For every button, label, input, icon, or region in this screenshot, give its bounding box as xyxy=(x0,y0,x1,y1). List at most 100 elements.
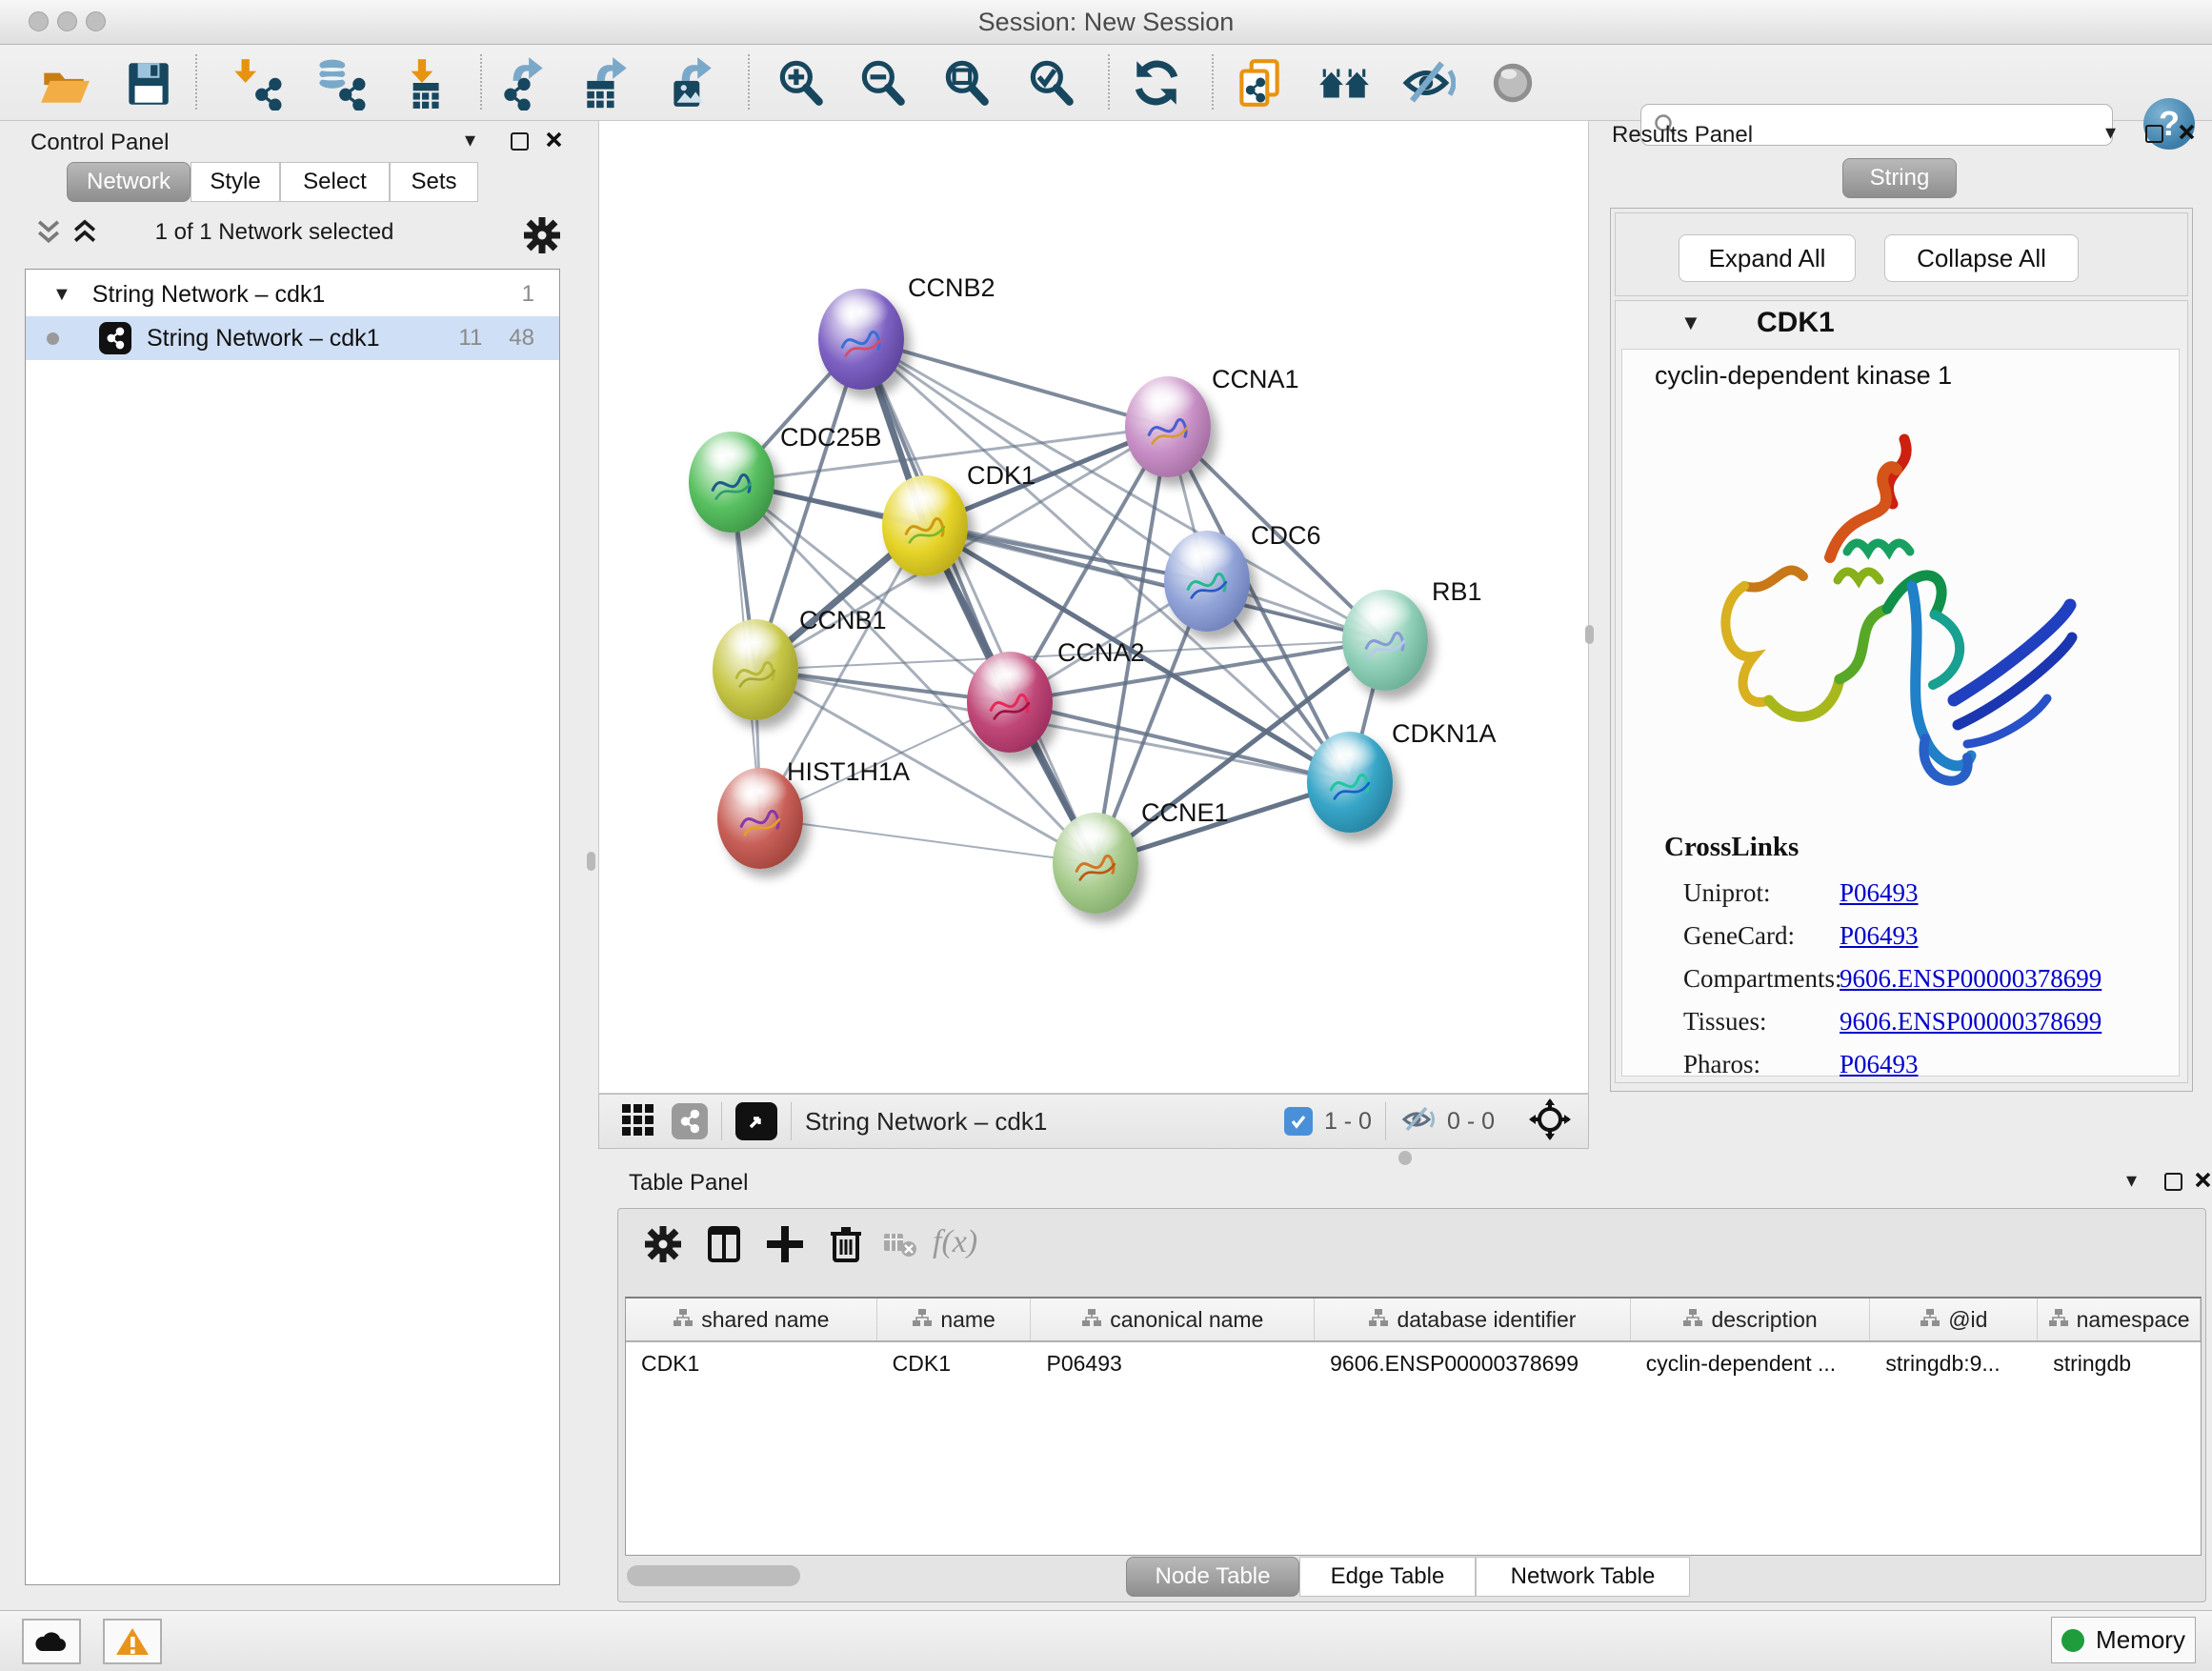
network-options-gear-icon[interactable] xyxy=(520,213,564,262)
crosslink-link[interactable]: 9606.ENSP00000378699 xyxy=(1840,1007,2101,1037)
first-neighbors-icon[interactable] xyxy=(1317,55,1372,111)
import-network-icon[interactable] xyxy=(227,55,282,111)
add-column-icon[interactable] xyxy=(763,1222,809,1268)
zoom-fit-icon[interactable] xyxy=(938,55,994,111)
hide-selected-icon[interactable] xyxy=(1400,55,1456,111)
node-table: shared name name canonical name database… xyxy=(625,1297,2202,1556)
tab-string[interactable]: String xyxy=(1842,158,1957,198)
fit-content-crosshair-icon[interactable] xyxy=(1529,1098,1571,1145)
bottom-splitter-handle[interactable] xyxy=(1398,1151,1412,1165)
table-cell: 9606.ENSP00000378699 xyxy=(1315,1342,1631,1384)
panel-close-icon[interactable] xyxy=(2195,1172,2211,1193)
protein-structure-thumb xyxy=(706,464,757,506)
column-header-namespace[interactable]: namespace xyxy=(2038,1299,2201,1340)
columns-icon[interactable] xyxy=(702,1222,748,1268)
column-header-description[interactable]: description xyxy=(1631,1299,1871,1340)
tab-network-table[interactable]: Network Table xyxy=(1476,1557,1690,1597)
cloud-status-icon[interactable] xyxy=(22,1619,81,1664)
hidden-eye-icon[interactable] xyxy=(1399,1104,1438,1139)
tab-edge-table[interactable]: Edge Table xyxy=(1299,1557,1476,1597)
network-collection-row[interactable]: ▼ String Network – cdk1 1 xyxy=(26,272,559,316)
gear-icon[interactable] xyxy=(641,1222,687,1268)
panel-float-icon[interactable] xyxy=(2145,125,2163,143)
table-cell: stringdb:9... xyxy=(1870,1342,2038,1384)
section-caret-icon[interactable]: ▼ xyxy=(1680,311,1701,335)
tree-caret-icon[interactable]: ▼ xyxy=(52,284,71,306)
protein-node-cdkn1a[interactable] xyxy=(1307,732,1393,833)
tab-network[interactable]: Network xyxy=(67,162,191,202)
network-type-icon[interactable] xyxy=(672,1103,708,1139)
delete-table-icon[interactable] xyxy=(883,1230,929,1276)
crosslink-link[interactable]: P06493 xyxy=(1840,1050,1919,1079)
open-session-icon[interactable] xyxy=(36,55,91,111)
zoom-selected-icon[interactable] xyxy=(1023,55,1078,111)
birdseye-view-icon[interactable] xyxy=(735,1102,777,1140)
tab-select[interactable]: Select xyxy=(280,162,390,202)
protein-node-cdc6[interactable] xyxy=(1164,531,1250,632)
column-header-name[interactable]: name xyxy=(877,1299,1032,1340)
export-image-icon[interactable] xyxy=(664,55,719,111)
protein-node-ccna1[interactable] xyxy=(1125,376,1211,477)
column-header-database-identifier[interactable]: database identifier xyxy=(1315,1299,1631,1340)
delete-column-icon[interactable] xyxy=(824,1222,870,1268)
protein-node-ccnb2[interactable] xyxy=(818,289,904,390)
tab-node-table[interactable]: Node Table xyxy=(1126,1557,1299,1597)
node-label-ccna2: CCNA2 xyxy=(1057,638,1145,668)
left-splitter-handle[interactable] xyxy=(587,852,595,871)
panel-close-icon[interactable] xyxy=(2179,124,2195,145)
network-tree: ▼ String Network – cdk1 1 String Network… xyxy=(25,269,560,1585)
export-network-icon[interactable] xyxy=(497,55,553,111)
crosslink-link[interactable]: P06493 xyxy=(1840,878,1919,908)
protein-node-ccne1[interactable] xyxy=(1053,813,1138,914)
show-graphics-icon[interactable] xyxy=(1485,55,1540,111)
network-canvas[interactable]: CCNB2 CCNA1 CDC25B CDK1 CDC6 RB1 CCNB1 C… xyxy=(598,120,1589,1094)
table-row[interactable]: CDK1CDK1P064939606.ENSP00000378699cyclin… xyxy=(626,1342,2201,1384)
export-table-icon[interactable] xyxy=(579,55,634,111)
memory-button[interactable]: Memory xyxy=(2051,1617,2196,1663)
zoom-in-icon[interactable] xyxy=(773,55,828,111)
save-session-icon[interactable] xyxy=(120,55,175,111)
import-table-icon[interactable] xyxy=(395,55,451,111)
protein-node-cdc25b[interactable] xyxy=(689,432,774,533)
panel-menu-icon[interactable]: ▾ xyxy=(2126,1168,2137,1193)
duplicate-network-icon[interactable] xyxy=(1232,55,1287,111)
protein-node-ccna2[interactable] xyxy=(967,652,1053,753)
string-network-icon xyxy=(99,322,131,354)
protein-node-ccnb1[interactable] xyxy=(713,619,798,720)
function-builder-icon[interactable]: f(x) xyxy=(933,1224,977,1260)
refresh-icon[interactable] xyxy=(1129,55,1184,111)
panel-float-icon[interactable] xyxy=(511,132,529,151)
protein-node-rb1[interactable] xyxy=(1342,590,1428,691)
network-edges xyxy=(599,121,1590,1095)
protein-structure-thumb xyxy=(984,684,1036,726)
crosslink-link[interactable]: P06493 xyxy=(1840,921,1919,951)
panel-menu-icon[interactable]: ▾ xyxy=(2105,120,2116,145)
import-database-icon[interactable] xyxy=(311,55,366,111)
node-label-rb1: RB1 xyxy=(1432,577,1482,607)
grid-view-icon[interactable] xyxy=(620,1102,654,1141)
protein-node-cdk1[interactable] xyxy=(882,475,968,576)
column-header-canonical-name[interactable]: canonical name xyxy=(1031,1299,1315,1340)
tab-sets[interactable]: Sets xyxy=(390,162,478,202)
panel-close-icon[interactable] xyxy=(546,131,562,152)
warning-icon[interactable] xyxy=(103,1619,162,1664)
collection-label: String Network – cdk1 xyxy=(92,281,326,309)
collapse-all-button[interactable]: Collapse All xyxy=(1884,234,2079,282)
column-header--id[interactable]: @id xyxy=(1870,1299,2038,1340)
protein-structure-thumb xyxy=(1359,622,1411,664)
network-label: String Network – cdk1 xyxy=(147,325,380,352)
crosslink-link[interactable]: 9606.ENSP00000378699 xyxy=(1840,964,2101,994)
zoom-out-icon[interactable] xyxy=(855,55,910,111)
expand-all-button[interactable]: Expand All xyxy=(1679,234,1856,282)
scrollbar-thumb[interactable] xyxy=(627,1565,800,1586)
selected-checkbox-icon[interactable] xyxy=(1284,1107,1313,1136)
tab-style[interactable]: Style xyxy=(191,162,280,202)
crosslink-row: Uniprot: P06493 xyxy=(1683,872,2160,915)
network-row-selected[interactable]: String Network – cdk1 11 48 xyxy=(26,316,559,360)
toolbar-separator xyxy=(480,54,482,110)
panel-menu-icon[interactable]: ▾ xyxy=(465,128,475,152)
protein-structure-thumb xyxy=(734,800,786,842)
crosslink-label: Tissues: xyxy=(1683,1007,1840,1037)
panel-float-icon[interactable] xyxy=(2164,1173,2182,1191)
column-header-shared-name[interactable]: shared name xyxy=(626,1299,877,1340)
